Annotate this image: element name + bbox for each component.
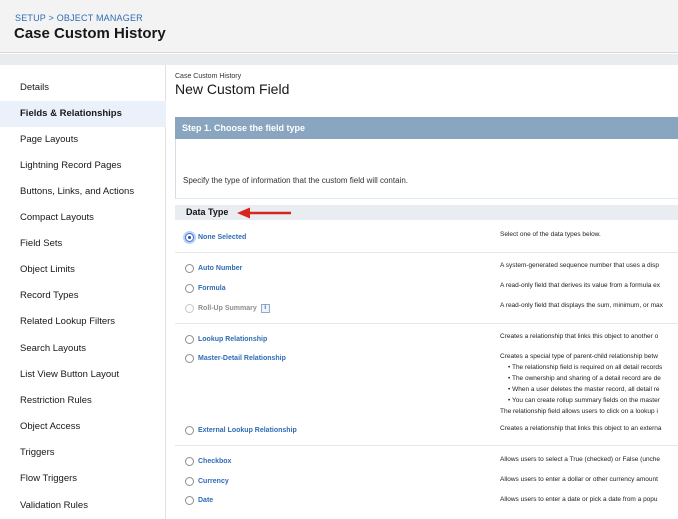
option-description: A read-only field that derives its value… bbox=[500, 282, 661, 289]
radio-date[interactable] bbox=[185, 496, 194, 505]
bullet-item: • When a user deletes the master record,… bbox=[508, 386, 660, 393]
option-description: A read-only field that displays the sum,… bbox=[500, 302, 663, 309]
sidebar-item-lightning-record-pages[interactable]: Lightning Record Pages bbox=[0, 153, 166, 179]
radio-checkbox[interactable] bbox=[185, 457, 194, 466]
main-content: Case Custom History New Custom Field Ste… bbox=[167, 65, 678, 519]
option-description: A system-generated sequence number that … bbox=[500, 262, 659, 269]
option-auto-number[interactable]: Auto Number bbox=[185, 264, 242, 273]
bullet-item: • The ownership and sharing of a detail … bbox=[508, 375, 661, 382]
option-roll-up-summary: Roll-Up Summary i bbox=[185, 304, 270, 313]
option-external-lookup-relationship[interactable]: External Lookup Relationship bbox=[185, 426, 297, 435]
option-checkbox[interactable]: Checkbox bbox=[185, 457, 231, 466]
sidebar-item-field-sets[interactable]: Field Sets bbox=[0, 231, 166, 257]
sidebar-item-object-limits[interactable]: Object Limits bbox=[0, 257, 166, 283]
sidebar-item-compact-layouts[interactable]: Compact Layouts bbox=[0, 205, 166, 231]
sidebar-item-flow-triggers[interactable]: Flow Triggers bbox=[0, 466, 166, 492]
step-panel: Specify the type of information that the… bbox=[175, 139, 678, 199]
option-label: Lookup Relationship bbox=[198, 336, 268, 343]
sidebar-item-search-layouts[interactable]: Search Layouts bbox=[0, 336, 166, 362]
radio-lookup-relationship[interactable] bbox=[185, 335, 194, 344]
radio-roll-up-summary bbox=[185, 304, 194, 313]
option-label: Formula bbox=[198, 285, 226, 292]
page-title: Case Custom History bbox=[14, 25, 166, 42]
radio-currency[interactable] bbox=[185, 477, 194, 486]
breadcrumb: SETUP > OBJECT MANAGER bbox=[15, 13, 143, 23]
option-label: None Selected bbox=[198, 234, 247, 241]
breadcrumb-object-manager-link[interactable]: OBJECT MANAGER bbox=[57, 13, 143, 23]
option-none-selected[interactable]: None Selected bbox=[185, 233, 246, 242]
option-label: Master-Detail Relationship bbox=[198, 355, 286, 362]
option-label: Currency bbox=[198, 478, 229, 485]
setup-header: SETUP > OBJECT MANAGER Case Custom Histo… bbox=[0, 0, 678, 53]
radio-master-detail-relationship[interactable] bbox=[185, 354, 194, 363]
step-description: Specify the type of information that the… bbox=[183, 176, 409, 185]
option-label: Checkbox bbox=[198, 458, 232, 465]
sidebar-item-record-types[interactable]: Record Types bbox=[0, 283, 166, 309]
option-lookup-relationship[interactable]: Lookup Relationship bbox=[185, 335, 267, 344]
annotation-arrow-icon bbox=[237, 207, 291, 219]
radio-formula[interactable] bbox=[185, 284, 194, 293]
option-description: Allows users to enter a date or pick a d… bbox=[500, 496, 658, 503]
step-header: Step 1. Choose the field type bbox=[175, 117, 678, 139]
breadcrumb-separator: > bbox=[45, 13, 57, 23]
sidebar-item-list-view-button-layout[interactable]: List View Button Layout bbox=[0, 362, 166, 388]
option-label: Roll-Up Summary bbox=[198, 305, 257, 312]
section-title: New Custom Field bbox=[175, 81, 290, 97]
sidebar-item-page-layouts[interactable]: Page Layouts bbox=[0, 127, 166, 153]
option-label: Auto Number bbox=[198, 265, 243, 272]
sidebar-item-details[interactable]: Details bbox=[0, 75, 166, 101]
divider bbox=[175, 323, 678, 324]
sidebar-item-object-access[interactable]: Object Access bbox=[0, 414, 166, 440]
divider bbox=[175, 445, 678, 446]
radio-auto-number[interactable] bbox=[185, 264, 194, 273]
bullet-item: • The relationship field is required on … bbox=[508, 364, 663, 371]
sidebar-item-fields-relationships[interactable]: Fields & Relationships bbox=[0, 101, 166, 127]
option-description: Select one of the data types below. bbox=[500, 231, 601, 238]
info-icon[interactable]: i bbox=[260, 304, 270, 313]
sidebar-item-buttons-links-actions[interactable]: Buttons, Links, and Actions bbox=[0, 179, 166, 205]
sidebar-item-related-lookup-filters[interactable]: Related Lookup Filters bbox=[0, 309, 166, 335]
header-divider bbox=[0, 54, 678, 65]
sidebar-item-restriction-rules[interactable]: Restriction Rules bbox=[0, 388, 166, 414]
option-description: Creates a relationship that links this o… bbox=[500, 425, 662, 432]
option-label: Date bbox=[198, 497, 214, 504]
breadcrumb-setup-link[interactable]: SETUP bbox=[15, 13, 46, 23]
bullet-item: • You can create rollup summary fields o… bbox=[508, 397, 660, 404]
object-label: Case Custom History bbox=[175, 73, 242, 80]
radio-external-lookup-relationship[interactable] bbox=[185, 426, 194, 435]
option-date[interactable]: Date bbox=[185, 496, 213, 505]
option-footer-note: The relationship field allows users to c… bbox=[500, 408, 658, 415]
option-description: Creates a relationship that links this o… bbox=[500, 333, 659, 340]
sidebar-item-validation-rules[interactable]: Validation Rules bbox=[0, 493, 166, 519]
option-description: Allows users to enter a dollar or other … bbox=[500, 476, 658, 483]
option-label: External Lookup Relationship bbox=[198, 427, 297, 434]
option-description: Creates a special type of parent-child r… bbox=[500, 353, 658, 360]
option-currency[interactable]: Currency bbox=[185, 477, 229, 486]
option-formula[interactable]: Formula bbox=[185, 284, 226, 293]
sidebar: Details Fields & Relationships Page Layo… bbox=[0, 65, 166, 519]
divider bbox=[175, 252, 678, 253]
sidebar-item-triggers[interactable]: Triggers bbox=[0, 440, 166, 466]
radio-none-selected[interactable] bbox=[185, 233, 194, 242]
option-master-detail-relationship[interactable]: Master-Detail Relationship bbox=[185, 354, 286, 363]
option-description: Allows users to select a True (checked) … bbox=[500, 456, 661, 463]
